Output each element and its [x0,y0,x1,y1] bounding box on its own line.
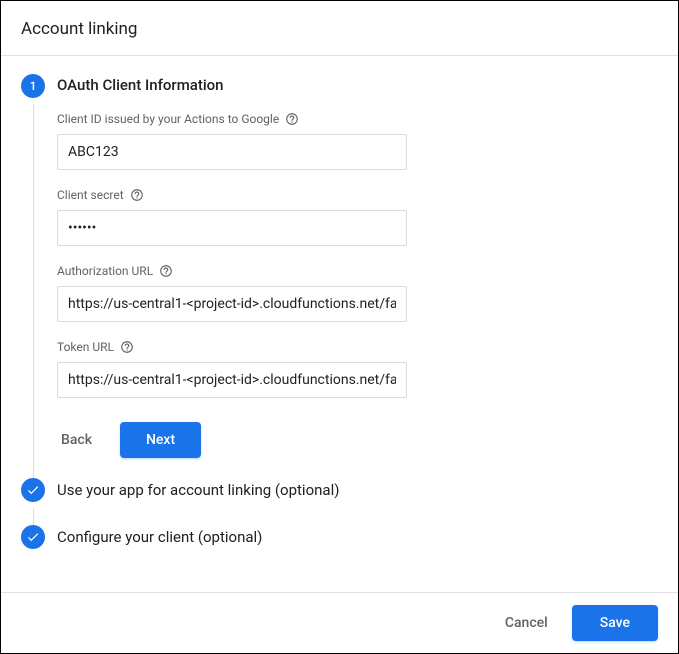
step-use-app-title: Use your app for account linking (option… [57,478,658,499]
step-oauth-body: OAuth Client Information Client ID issue… [57,74,658,478]
account-linking-dialog: Account linking 1 OAuth Client Informati… [0,0,679,654]
step-check-badge [21,525,45,549]
check-icon [26,530,40,544]
step-configure-title: Configure your client (optional) [57,525,658,546]
token-url-label-row: Token URL [57,340,658,354]
step-connector-line [33,104,34,478]
client-secret-field-group: Client secret [57,188,658,246]
help-icon[interactable] [159,264,173,278]
token-url-field-group: Token URL [57,340,658,398]
client-id-label-row: Client ID issued by your Actions to Goog… [57,112,658,126]
step-configure-body: Configure your client (optional) [57,525,658,549]
dialog-footer: Cancel Save [1,592,678,653]
auth-url-label-row: Authorization URL [57,264,658,278]
help-icon[interactable] [130,188,144,202]
check-icon [26,483,40,497]
next-button[interactable]: Next [120,422,201,458]
step-oauth-title: OAuth Client Information [57,74,658,112]
auth-url-field-group: Authorization URL [57,264,658,322]
client-id-label: Client ID issued by your Actions to Goog… [57,112,279,126]
auth-url-label: Authorization URL [57,264,153,278]
cancel-button[interactable]: Cancel [495,607,558,639]
client-id-field-group: Client ID issued by your Actions to Goog… [57,112,658,170]
client-id-input[interactable] [57,134,407,170]
step-number: 1 [30,79,37,93]
step-use-app-body: Use your app for account linking (option… [57,478,658,525]
step-indicator-col [21,478,45,525]
auth-url-input[interactable] [57,286,407,322]
step-use-app[interactable]: Use your app for account linking (option… [21,478,658,525]
back-button[interactable]: Back [57,424,96,456]
dialog-title: Account linking [21,19,658,39]
token-url-input[interactable] [57,362,407,398]
client-secret-label-row: Client secret [57,188,658,202]
step-number-badge: 1 [21,74,45,98]
dialog-content: 1 OAuth Client Information Client ID iss… [1,56,678,592]
step-check-badge [21,478,45,502]
step-connector-line [33,508,34,525]
client-secret-input[interactable] [57,210,407,246]
save-button[interactable]: Save [572,605,658,641]
step-oauth: 1 OAuth Client Information Client ID iss… [21,74,658,478]
step-configure[interactable]: Configure your client (optional) [21,525,658,549]
step-indicator-col: 1 [21,74,45,478]
help-icon[interactable] [120,340,134,354]
dialog-header: Account linking [1,1,678,56]
help-icon[interactable] [285,112,299,126]
client-secret-label: Client secret [57,188,124,202]
step-button-row: Back Next [57,422,658,458]
step-indicator-col [21,525,45,549]
token-url-label: Token URL [57,340,114,354]
